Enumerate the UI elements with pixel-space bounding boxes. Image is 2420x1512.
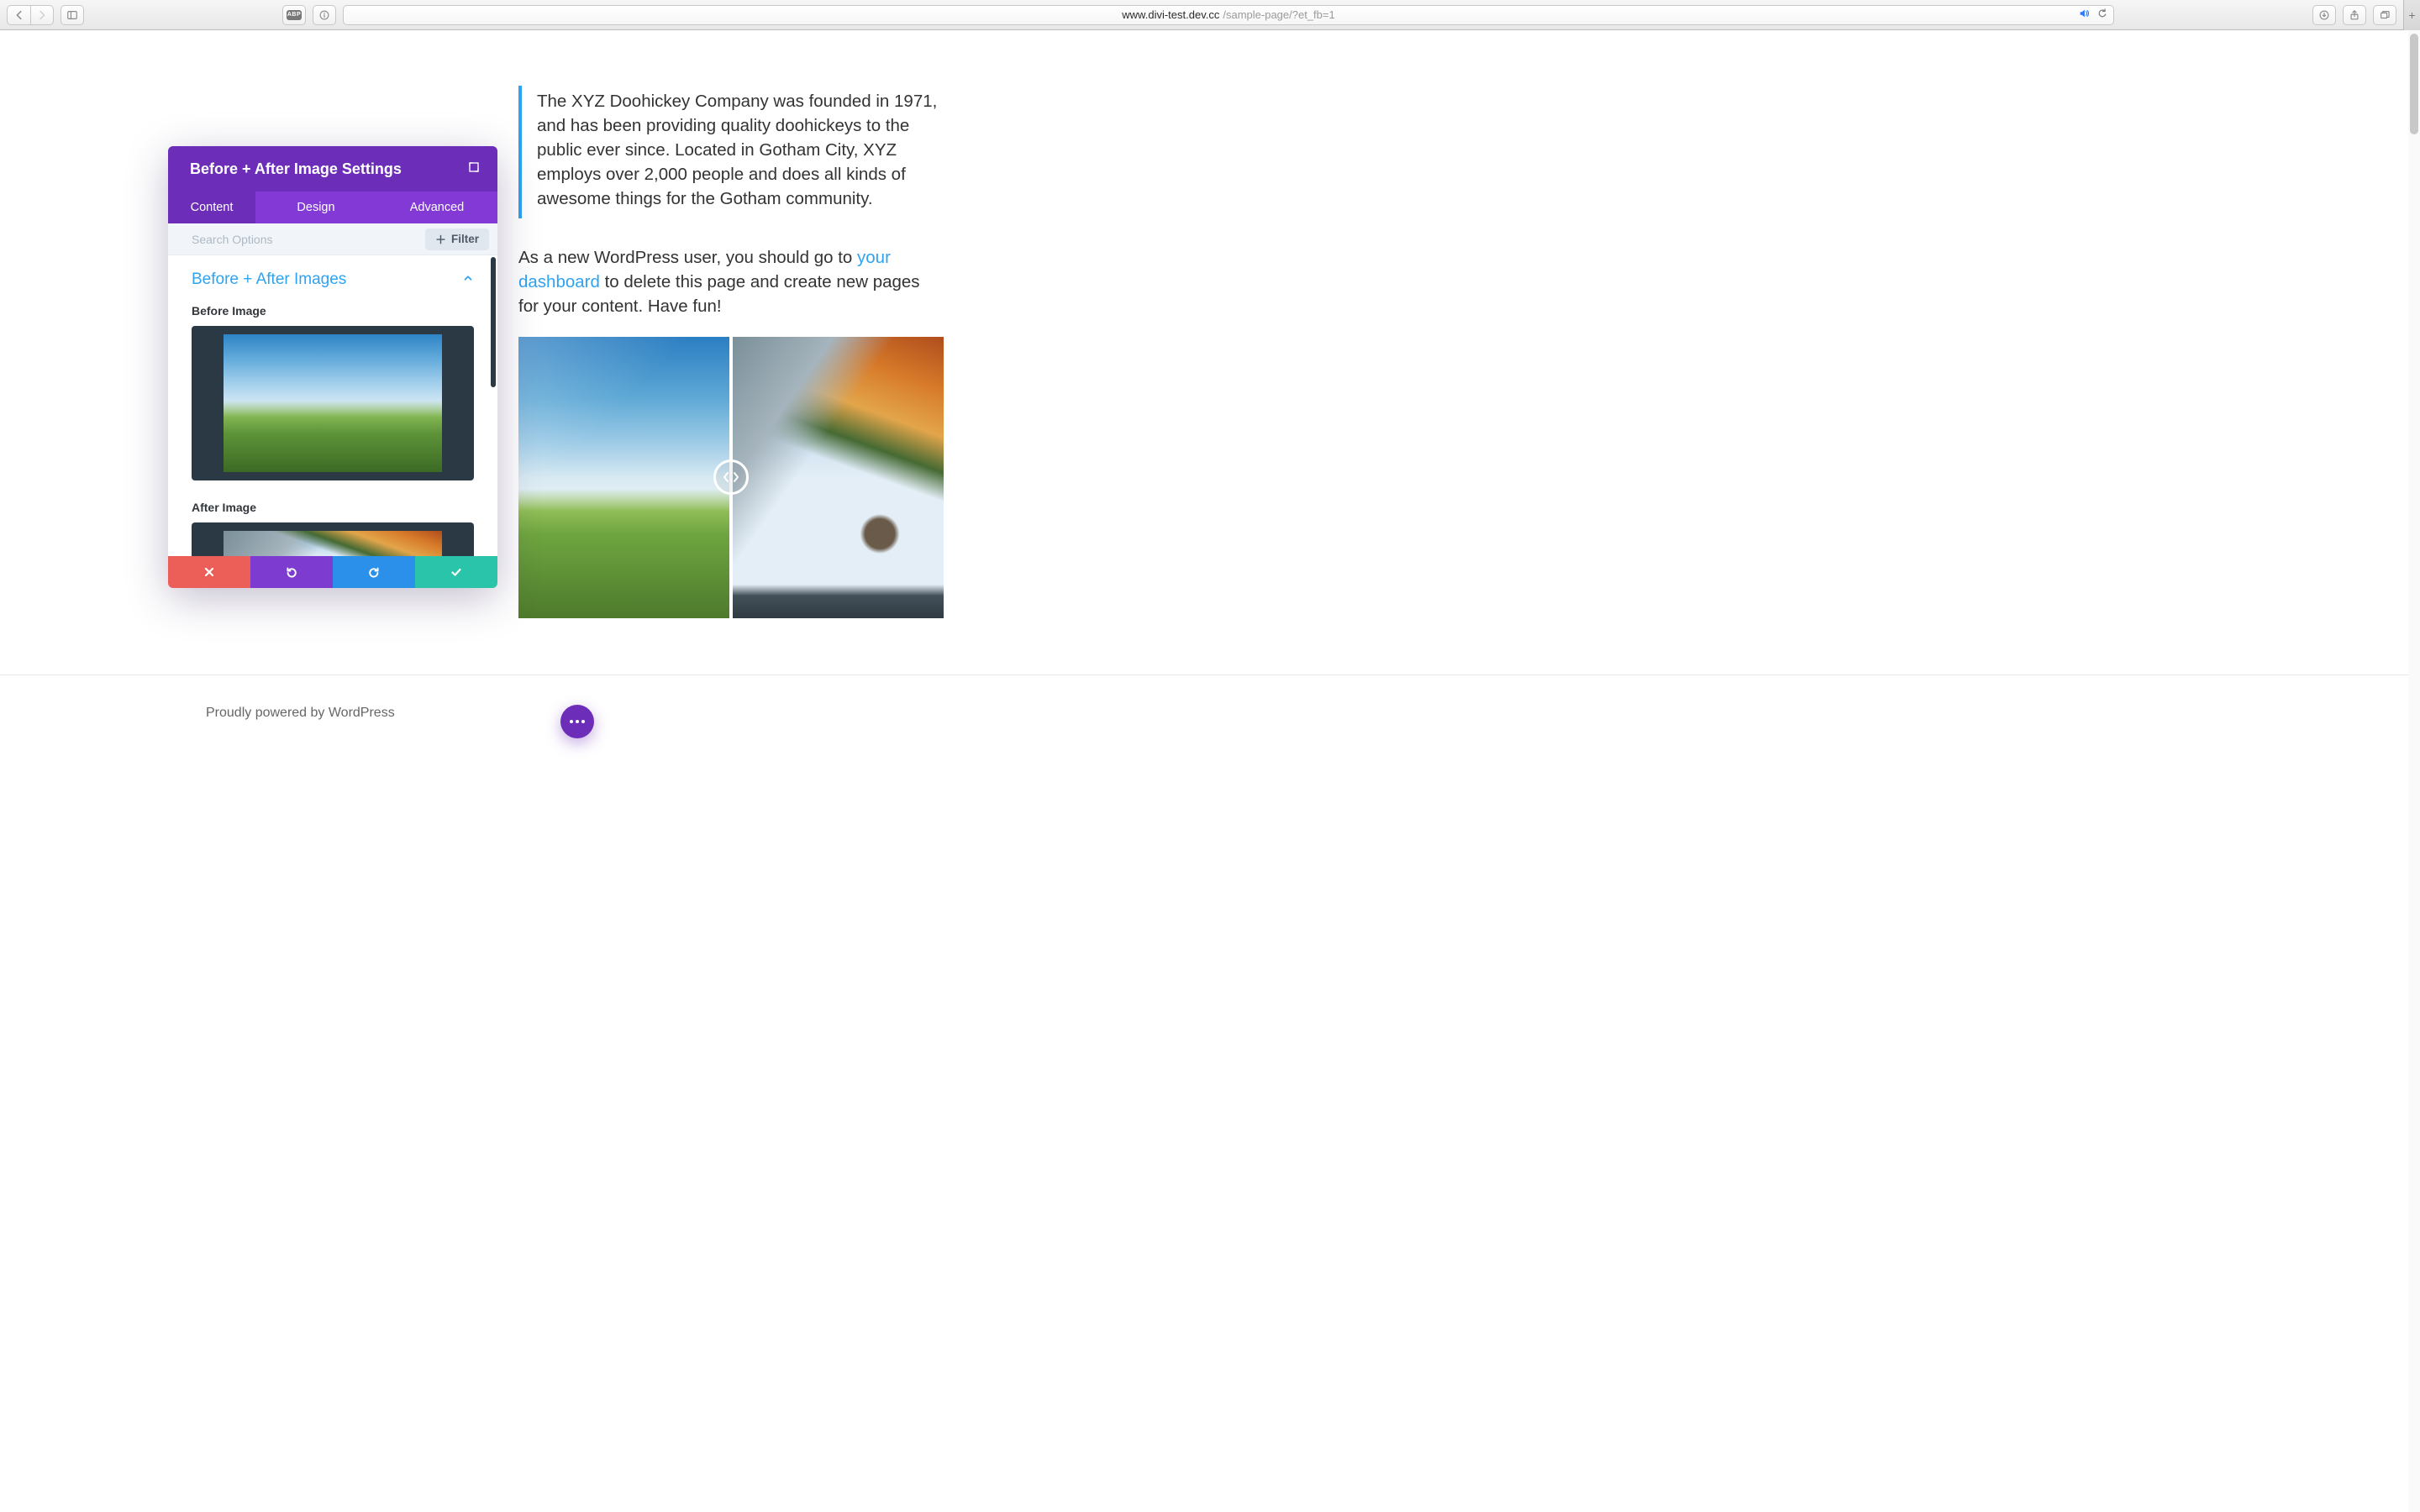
page-scrollbar-thumb[interactable] [2410,34,2418,134]
page-viewport: The XYZ Doohickey Company was founded in… [0,30,2420,1512]
intro-paragraph: As a new WordPress user, you should go t… [518,245,944,318]
blockquote: The XYZ Doohickey Company was founded in… [518,86,944,218]
filter-button[interactable]: ＋ Filter [425,228,489,250]
page-info-button[interactable] [313,5,336,25]
close-icon [203,565,216,579]
ellipsis-icon [570,720,585,723]
slider-handle[interactable] [713,459,749,495]
plus-icon: ＋ [435,231,446,247]
cancel-button[interactable] [168,556,250,588]
nav-forward-button[interactable] [30,5,54,25]
nav-back-button[interactable] [7,5,30,25]
modal-actions [168,556,497,588]
address-bar[interactable]: www.divi-test.dev.cc/sample-page/?et_fb=… [343,5,2114,25]
save-button[interactable] [415,556,497,588]
after-image-label: After Image [192,501,474,514]
after-image-thumbnail [224,531,442,556]
tab-advanced[interactable]: Advanced [376,192,497,223]
expand-modal-button[interactable] [467,160,481,178]
before-image-thumbnail [224,334,442,472]
tabs-button[interactable] [2373,5,2396,25]
after-preview-image [731,337,944,618]
abp-extension-button[interactable]: ABP [282,5,306,25]
section-toggle[interactable]: Before + After Images [192,270,474,289]
slider-arrows-icon [720,466,742,488]
browser-toolbar: ABP www.divi-test.dev.cc/sample-page/?et… [0,0,2420,30]
undo-icon [285,565,298,579]
page-scrollbar-track[interactable] [2408,30,2420,1512]
tab-design[interactable]: Design [255,192,376,223]
search-options-input[interactable] [192,233,360,246]
downloads-button[interactable] [2312,5,2336,25]
reload-button[interactable] [2096,8,2108,22]
para-text-before: As a new WordPress user, you should go t… [518,248,857,267]
url-host: www.divi-test.dev.cc [1122,8,1219,21]
modal-body: Before + After Images Before Image After… [168,255,497,556]
after-image-picker[interactable] [192,522,474,556]
divi-fab-button[interactable] [560,705,594,738]
section-title: Before + After Images [192,270,346,289]
url-path: /sample-page/?et_fb=1 [1223,8,1334,21]
redo-button[interactable] [333,556,415,588]
before-after-preview[interactable] [518,337,944,618]
chevron-up-icon [462,270,474,289]
new-tab-button[interactable]: + [2403,0,2420,30]
before-image-label: Before Image [192,304,474,318]
tab-content[interactable]: Content [168,192,255,223]
modal-scrollbar[interactable] [491,257,496,387]
modal-tabs: Content Design Advanced [168,192,497,223]
share-button[interactable] [2343,5,2366,25]
redo-icon [367,565,381,579]
audio-indicator-icon[interactable] [2078,8,2090,22]
undo-button[interactable] [250,556,333,588]
modal-title: Before + After Image Settings [190,160,402,178]
sidebar-toggle-button[interactable] [60,5,84,25]
modal-header[interactable]: Before + After Image Settings [168,146,497,192]
footer-credit: Proudly powered by WordPress [206,706,395,721]
filter-label: Filter [451,233,479,245]
abp-icon: ABP [287,10,302,20]
before-preview-image [518,337,731,618]
modal-toolbar: ＋ Filter [168,223,497,255]
module-settings-modal: Before + After Image Settings Content De… [168,146,497,588]
check-icon [450,565,463,579]
before-image-picker[interactable] [192,326,474,480]
